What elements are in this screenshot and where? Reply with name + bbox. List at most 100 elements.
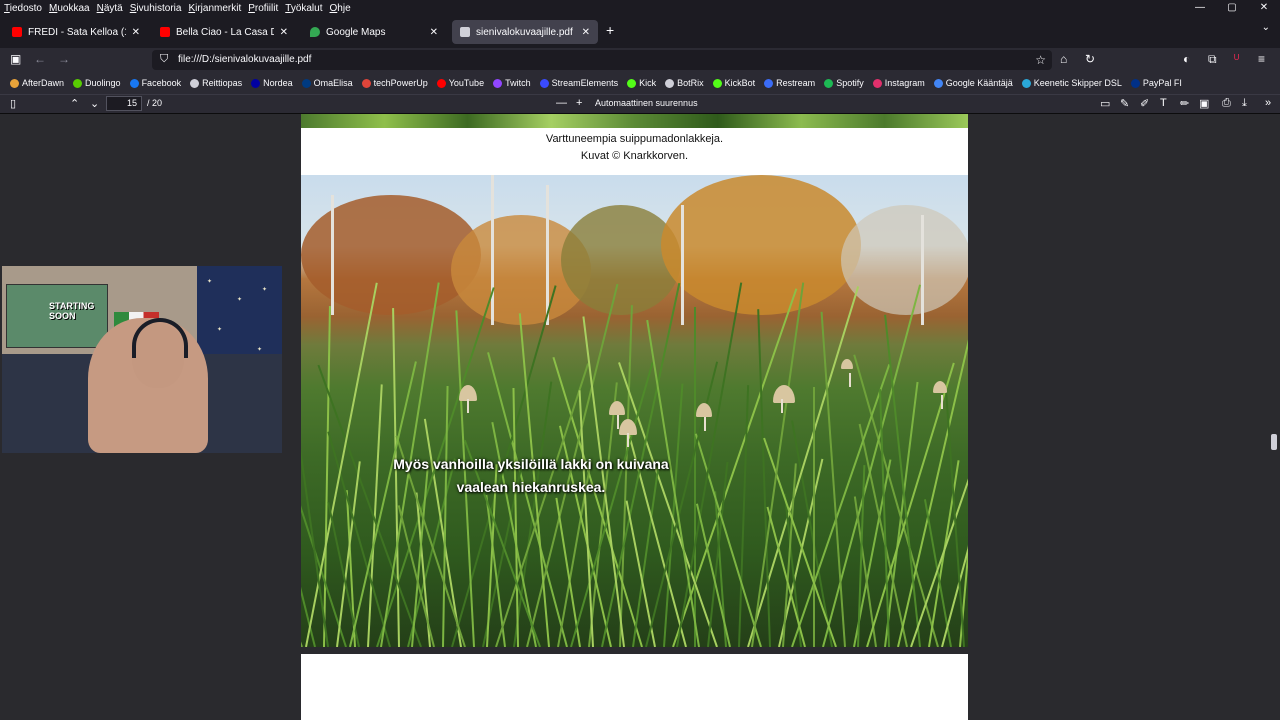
pdf-next-page	[301, 654, 968, 720]
bookmark-label: Facebook	[141, 78, 182, 88]
highlight-tool-icon[interactable]: ✎	[1120, 97, 1129, 110]
grass-blade	[782, 463, 797, 647]
bookmark-favicon-icon	[712, 78, 722, 88]
bookmark-item[interactable]: Duolingo	[73, 78, 121, 88]
next-page-button[interactable]: ⌄	[90, 97, 99, 110]
menu-help[interactable]: Ohje	[330, 3, 351, 14]
bookmark-label: OmaElisa	[313, 78, 353, 88]
zoom-out-button[interactable]: —	[556, 97, 567, 109]
minimize-button[interactable]: —	[1184, 0, 1216, 16]
bookmark-favicon-icon	[73, 78, 83, 88]
bookmark-label: Twitch	[505, 78, 531, 88]
bookmark-item[interactable]: KickBot	[712, 78, 755, 88]
site-info-icon[interactable]: ⛉	[160, 53, 168, 66]
bookmark-item[interactable]: Reittiopas	[190, 78, 242, 88]
bookmark-item[interactable]: BotRix	[665, 78, 704, 88]
bookmark-favicon-icon	[933, 78, 943, 88]
image-tool-icon[interactable]: ▣	[1199, 97, 1209, 110]
close-tab-icon[interactable]: ✕	[132, 27, 140, 38]
new-tab-button[interactable]: +	[606, 22, 614, 38]
more-tools-icon[interactable]: »	[1265, 97, 1271, 109]
bookmark-item[interactable]: Instagram	[872, 78, 925, 88]
bookmark-item[interactable]: StreamElements	[539, 78, 618, 88]
text-tool-icon[interactable]: T	[1160, 97, 1167, 109]
extension-icon[interactable]: ◐	[1183, 52, 1190, 66]
scrollbar-thumb[interactable]	[1271, 434, 1277, 450]
maximize-button[interactable]: ▢	[1216, 0, 1248, 16]
tab-youtube-fredi[interactable]: FREDI - Sata Kelloa (1973) - You ✕	[4, 20, 148, 44]
pdf-sidebar-toggle-icon[interactable]: ▯	[10, 97, 16, 110]
bookmark-favicon-icon	[10, 78, 19, 88]
poster-text: STARTING SOON	[49, 301, 94, 321]
menu-edit[interactable]: Muokkaa	[49, 3, 90, 14]
bookmark-favicon-icon	[665, 78, 675, 88]
forward-button[interactable]: →	[58, 52, 70, 66]
bookmark-favicon-icon	[129, 78, 139, 88]
menu-view[interactable]: Näytä	[97, 3, 123, 14]
bookmark-item[interactable]: AfterDawn	[10, 78, 64, 88]
bookmark-label: Restream	[776, 78, 816, 88]
menu-tools[interactable]: Työkalut	[285, 3, 322, 14]
poster-line-1: STARTING	[49, 301, 95, 311]
mushroom-photo: Myös vanhoilla yksilöillä lakki on kuiva…	[301, 175, 968, 647]
zoom-in-button[interactable]: +	[576, 97, 582, 109]
tab-google-maps[interactable]: Google Maps ✕	[302, 20, 446, 44]
reload-button[interactable]: ↻	[1085, 52, 1095, 66]
bookmark-item[interactable]: PayPal FI	[1130, 78, 1182, 88]
close-window-button[interactable]: ✕	[1248, 0, 1280, 16]
bookmark-label: Reittiopas	[202, 78, 243, 88]
ublock-icon[interactable]: ᵁ	[1234, 52, 1239, 66]
tab-pdf-active[interactable]: sienivalokuvaajille.pdf ✕	[452, 20, 598, 44]
bookmark-item[interactable]: techPowerUp	[361, 78, 428, 88]
app-menu-button[interactable]: ≡	[1258, 52, 1265, 66]
bookmark-favicon-icon	[190, 78, 200, 88]
zoom-select[interactable]: Automaattinen suurennus ⌄	[592, 96, 712, 123]
print-icon[interactable]: ⎙	[1222, 97, 1231, 110]
bookmark-item[interactable]: YouTube	[436, 78, 484, 88]
bookmark-label: Nordea	[263, 78, 293, 88]
page-number-input[interactable]: 15	[106, 96, 142, 111]
menu-history[interactable]: Sivuhistoria	[130, 3, 182, 14]
save-icon[interactable]: ⤓	[1242, 97, 1247, 110]
url-text[interactable]: file:///D:/sienivalokuvaajille.pdf	[178, 54, 311, 65]
pdf-page: Varttuneempia suippumadonlakkeja. Kuvat …	[301, 114, 968, 647]
list-all-tabs-button[interactable]: ⌄	[1262, 22, 1270, 33]
bookmark-item[interactable]: OmaElisa	[301, 78, 353, 88]
comment-tool-icon[interactable]: ▭	[1100, 97, 1110, 110]
photo-caption: Varttuneempia suippumadonlakkeja.	[545, 133, 724, 145]
bookmark-item[interactable]: Google Kääntäjä	[933, 78, 1013, 88]
youtube-favicon-icon	[12, 27, 22, 37]
bookmark-item[interactable]: Spotify	[824, 78, 864, 88]
close-tab-icon[interactable]: ✕	[280, 27, 288, 38]
bookmark-item[interactable]: Restream	[764, 78, 815, 88]
overlay-line-2: vaalean hiekanruskea.	[456, 479, 606, 495]
previous-page-button[interactable]: ⌃	[70, 97, 79, 110]
bookmark-item[interactable]: Facebook	[129, 78, 182, 88]
bookmark-item[interactable]: Nordea	[251, 78, 293, 88]
draw-tool-icon[interactable]: ✏	[1180, 97, 1189, 110]
sidebar-toggle-icon[interactable]: ▣	[10, 52, 21, 66]
photo-strip	[301, 114, 968, 128]
tab-title: FREDI - Sata Kelloa (1973) - You	[28, 26, 126, 38]
menu-bookmarks[interactable]: Kirjanmerkit	[188, 3, 241, 14]
close-tab-icon[interactable]: ✕	[582, 27, 590, 38]
bookmark-item[interactable]: Keenetic Skipper DSL	[1021, 78, 1122, 88]
bookmark-favicon-icon	[493, 78, 503, 88]
bookmark-item[interactable]: Twitch	[493, 78, 531, 88]
zoom-select-value: Automaattinen suurennus	[595, 98, 698, 108]
youtube-favicon-icon	[160, 27, 170, 37]
tab-youtube-bella-ciao[interactable]: Bella Ciao - La Casa De Papel (I ✕	[152, 20, 296, 44]
menu-profiles[interactable]: Profiilit	[248, 3, 278, 14]
bookmark-star-icon[interactable]: ☆	[1035, 53, 1046, 67]
signature-tool-icon[interactable]: ✐	[1140, 97, 1149, 110]
grass-blade	[676, 282, 743, 647]
close-tab-icon[interactable]: ✕	[430, 27, 438, 38]
page-count: / 20	[147, 98, 163, 108]
extensions-button[interactable]: ⧉	[1208, 52, 1217, 67]
tree-trunk	[681, 205, 684, 325]
home-button[interactable]: ⌂	[1060, 52, 1067, 66]
menu-file[interactable]: Tiedosto	[4, 3, 42, 14]
url-bar[interactable]: ⛉ file:///D:/sienivalokuvaajille.pdf ☆	[152, 50, 1052, 70]
back-button[interactable]: ←	[34, 52, 46, 66]
bookmark-item[interactable]: Kick	[627, 78, 656, 88]
